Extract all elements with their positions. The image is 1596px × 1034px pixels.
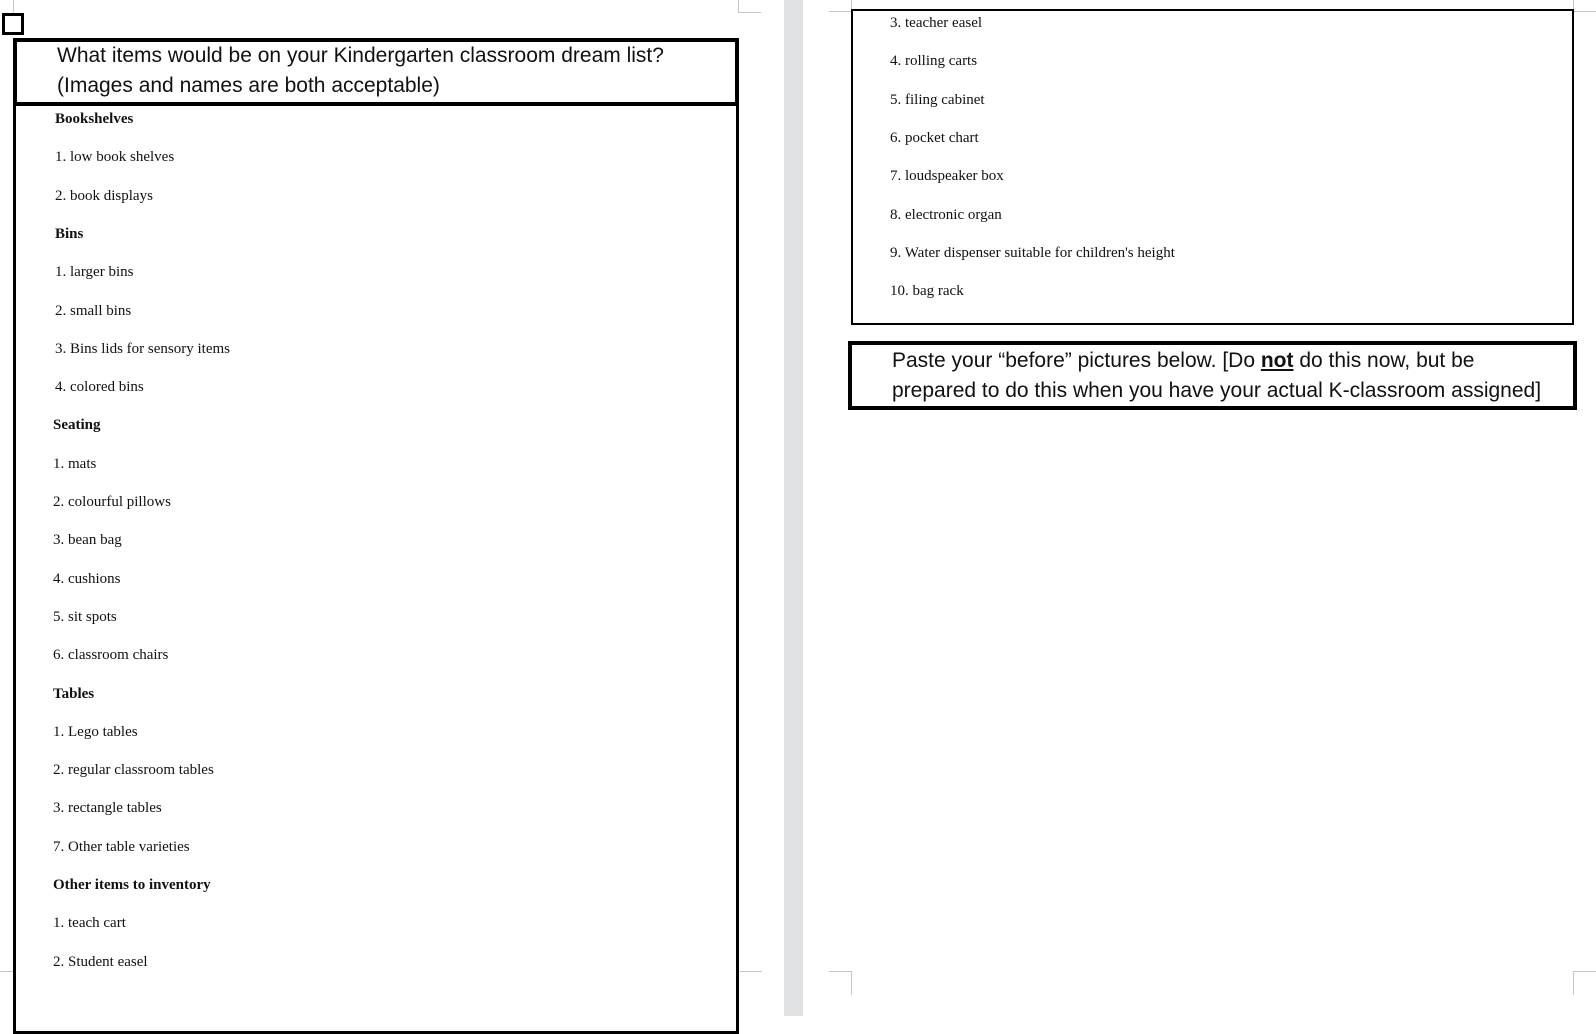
list-item: 1. teach cart bbox=[53, 915, 126, 932]
answer-cell[interactable] bbox=[13, 104, 739, 1034]
section-heading: Bins bbox=[55, 225, 84, 242]
crop-mark-top-left bbox=[0, 0, 14, 13]
crop-mark-bottom-left bbox=[0, 971, 13, 973]
list-item: 2. colourful pillows bbox=[53, 494, 171, 510]
list-item: 1. Lego tables bbox=[53, 723, 138, 740]
question-line-1: What items would be on your Kindergarten… bbox=[57, 44, 664, 67]
instruction-text-start: Paste your “before” pictures below. [Do bbox=[892, 349, 1261, 372]
list-item: 3. bean bag bbox=[53, 532, 122, 549]
crop-mark-bottom-left bbox=[829, 971, 852, 995]
table-move-handle[interactable] bbox=[2, 13, 24, 35]
document-page-left: What items would be on your Kindergarten… bbox=[0, 0, 784, 1034]
crop-mark-bottom-right bbox=[1573, 971, 1596, 995]
list-item: 2. Student easel bbox=[53, 953, 148, 970]
document-page-right: 3. teacher easel 4. rolling carts 5. filin… bbox=[803, 0, 1596, 1016]
list-item: 4. cushions bbox=[53, 570, 121, 587]
question-line-2: (Images and names are both acceptable) bbox=[57, 74, 440, 97]
list-item: 3. rectangle tables bbox=[53, 800, 162, 817]
list-item: 6. classroom chairs bbox=[53, 647, 169, 664]
section-heading: Bookshelves bbox=[55, 111, 134, 127]
page-gutter bbox=[784, 0, 803, 1016]
section-heading: Seating bbox=[53, 417, 101, 434]
list-item: 6. pocket chart bbox=[890, 129, 979, 146]
list-item: 5. sit spots bbox=[53, 608, 117, 625]
list-item: 2. regular classroom tables bbox=[53, 762, 214, 779]
list-item: 10. bag rack bbox=[890, 283, 964, 300]
crop-mark-top-left bbox=[829, 0, 852, 12]
list-item: 2. book displays bbox=[55, 187, 153, 204]
list-item: 3. Bins lids for sensory items bbox=[55, 340, 230, 357]
list-item: 1. larger bins bbox=[55, 264, 134, 281]
list-item: 4. colored bins bbox=[55, 379, 144, 396]
crop-mark-top-right bbox=[1573, 0, 1596, 12]
list-item: 2. small bins bbox=[55, 302, 132, 319]
instruction-line-1: Paste your “before” pictures below. [Do … bbox=[892, 346, 1474, 376]
crop-mark-bottom-right bbox=[740, 971, 762, 973]
list-item: 1. low book shelves bbox=[55, 149, 175, 166]
list-item: 7. Other table varieties bbox=[53, 838, 190, 855]
list-item: 3. teacher easel bbox=[890, 15, 983, 31]
instruction-emphasis: not bbox=[1260, 349, 1294, 372]
instruction-text-end: do this now, but be bbox=[1293, 349, 1475, 372]
section-heading: Tables bbox=[53, 685, 95, 702]
list-item: 1. mats bbox=[53, 455, 97, 472]
list-item: 5. filing cabinet bbox=[890, 91, 985, 108]
list-item: 4. rolling carts bbox=[890, 53, 978, 70]
list-item: 9. Water dispenser suitable for children… bbox=[890, 244, 1175, 261]
list-item: 8. electronic organ bbox=[890, 206, 1002, 223]
section-heading: Other items to inventory bbox=[53, 877, 211, 893]
instruction-line-2: prepared to do this when you have your a… bbox=[892, 379, 1542, 402]
crop-mark-top-right bbox=[738, 0, 761, 13]
list-item: 7. loudspeaker box bbox=[890, 168, 1004, 185]
